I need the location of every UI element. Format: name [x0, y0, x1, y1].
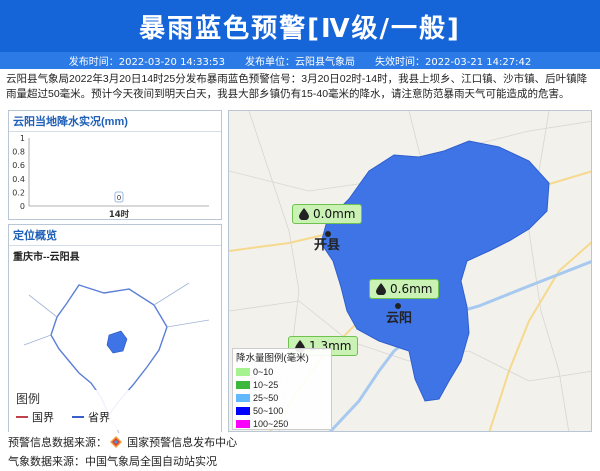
rain-legend: 降水量图例(毫米) 0~10 10~25 25~50 50~100 100~25… [232, 348, 332, 430]
legend-label-province: 省界 [88, 412, 110, 424]
footer-weather-source: 气象数据来源：中国气象局全国自动站实况 [8, 456, 217, 468]
national-border-swatch [16, 416, 28, 418]
rain-legend-label: 10~25 [253, 379, 279, 390]
legend-swatch [236, 419, 250, 428]
legend-swatch [236, 367, 250, 376]
location-panel-title: 定位概览 [9, 225, 221, 246]
rain-legend-title: 降水量图例(毫米) [236, 353, 309, 364]
y-tick-label: 0.6 [12, 161, 25, 170]
legend-swatch [236, 406, 250, 415]
legend-row: 国界 省界 [12, 409, 136, 425]
rain-legend-row: 0~10 [233, 365, 331, 378]
province-border-swatch [72, 416, 84, 418]
warning-center-logo-icon [110, 436, 123, 448]
rain-value-yunyang: 0.6mm [390, 282, 433, 296]
rain-value-kaixian: 0.0mm [313, 207, 356, 221]
warning-description: 云阳县气象局2022年3月20日14时25分发布暴雨蓝色预警信号：3月20日02… [6, 73, 588, 100]
city-label-kaixian: 开县 [314, 238, 341, 253]
legend-title: 图例 [16, 392, 41, 406]
rainfall-panel: 云阳当地降水实况(mm) 1 0.8 0.6 0.4 0.2 0 0 14时 [8, 110, 222, 220]
rain-legend-row: 100~250 [233, 417, 331, 430]
warning-title: 暴雨蓝色预警[Ⅳ级/一般] [139, 13, 461, 44]
expire-time: 失效时间：2022-03-21 14:27:42 [375, 57, 532, 68]
publish-unit: 发布单位：云阳县气象局 [245, 57, 355, 68]
y-tick-label: 0 [20, 202, 25, 211]
rain-legend-label: 0~10 [253, 366, 274, 377]
location-subtitle: 重庆市--云阳县 [13, 252, 80, 263]
city-label-yunyang: 云阳 [386, 311, 413, 326]
header-banner: 暴雨蓝色预警[Ⅳ级/一般] [0, 0, 600, 52]
location-legend: 图例 国界 省界 [12, 390, 136, 430]
rain-bubble-kaixian[interactable]: 0.0mm [292, 204, 363, 224]
y-tick-label: 0.2 [12, 188, 25, 197]
rain-legend-label: 25~50 [253, 392, 279, 403]
legend-swatch [236, 380, 250, 389]
rain-bubble-yunyang[interactable]: 0.6mm [369, 279, 440, 299]
rain-legend-row: 25~50 [233, 391, 331, 404]
rain-legend-row: 10~25 [233, 378, 331, 391]
rain-legend-label: 100~250 [253, 418, 289, 429]
y-tick-label: 1 [20, 134, 25, 143]
warning-source-label: 预警信息数据来源： [8, 437, 107, 449]
legend-swatch [236, 393, 250, 402]
rainfall-panel-title: 云阳当地降水实况(mm) [9, 111, 221, 132]
data-label: 0 [117, 194, 121, 202]
footer-warning-source: 预警信息数据来源： 国家预警信息发布中心 [8, 434, 237, 450]
legend-label-national: 国界 [32, 412, 54, 424]
publish-time: 发布时间：2022-03-20 14:33:53 [68, 57, 225, 68]
raindrop-icon [299, 208, 309, 220]
rainfall-chart: 1 0.8 0.6 0.4 0.2 0 0 14时 [12, 134, 209, 220]
raindrop-icon [376, 283, 386, 295]
warning-source-name[interactable]: 国家预警信息发布中心 [127, 437, 237, 449]
rain-legend-label: 50~100 [253, 405, 284, 416]
y-tick-label: 0.4 [12, 175, 25, 184]
x-tick-label: 14时 [109, 209, 130, 220]
meta-bar: 发布时间：2022-03-20 14:33:53 发布单位：云阳县气象局 失效时… [0, 52, 600, 69]
y-tick-label: 0.8 [12, 148, 25, 157]
rain-legend-row: 50~100 [233, 404, 331, 417]
